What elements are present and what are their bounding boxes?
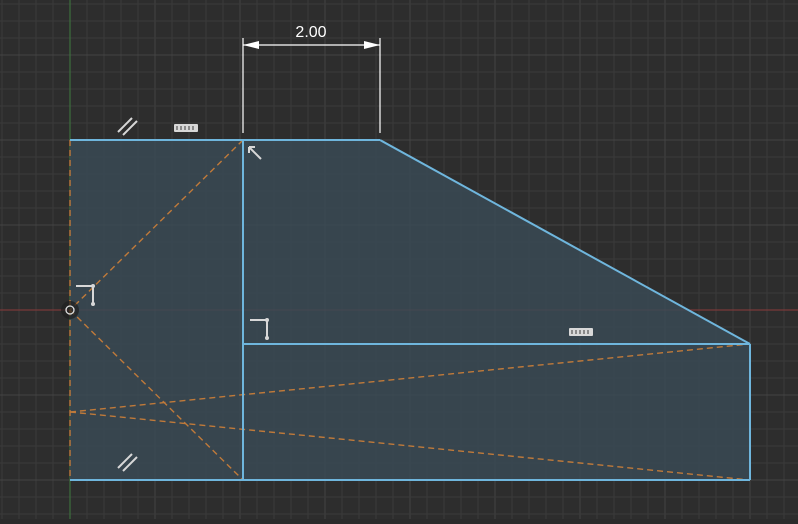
sketch-canvas[interactable]: 2.00 bbox=[0, 0, 798, 519]
horizontal-constraint-icon[interactable] bbox=[174, 124, 198, 132]
origin-point-icon[interactable] bbox=[61, 301, 79, 319]
dimension-value[interactable]: 2.00 bbox=[295, 24, 326, 41]
dimension-arrow-left bbox=[243, 41, 259, 49]
horizontal-constraint-icon[interactable] bbox=[569, 328, 593, 336]
dimension-arrow-right bbox=[364, 41, 380, 49]
sketch-svg[interactable]: 2.00 bbox=[0, 0, 798, 519]
